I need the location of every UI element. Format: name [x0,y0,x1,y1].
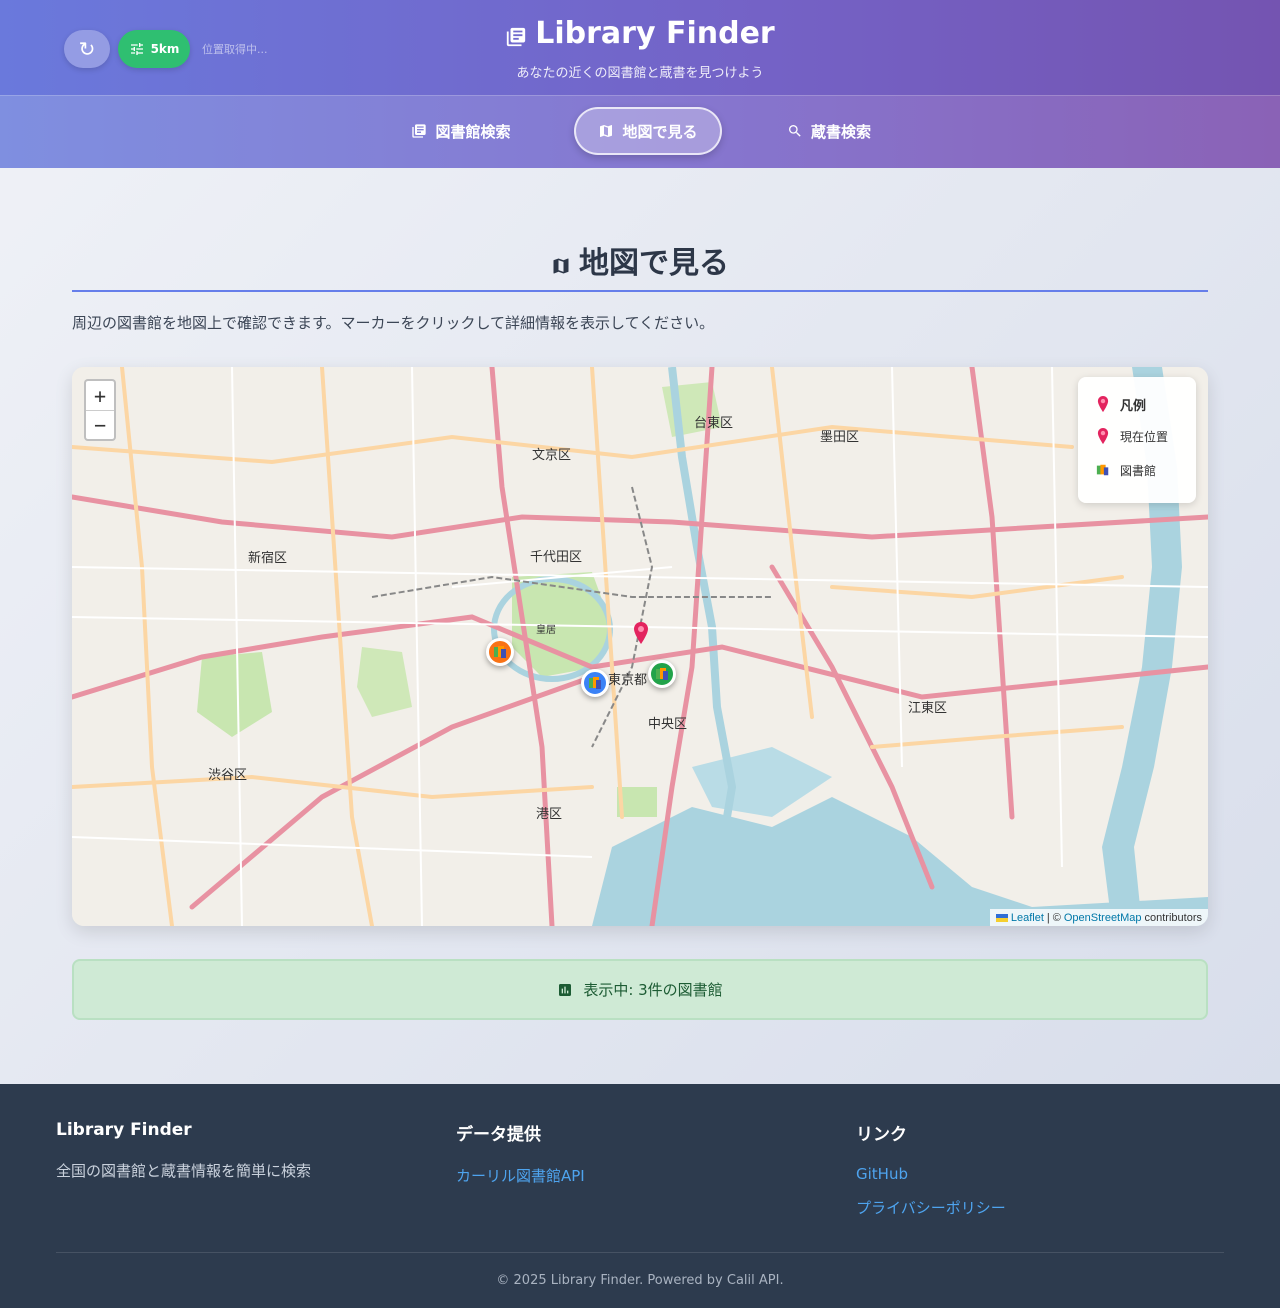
app-title-text: Library Finder [535,16,775,51]
pin-icon [1097,396,1109,412]
pin-icon [1097,428,1109,444]
bar-chart-icon [559,983,572,996]
footer-brand: Library Finder 全国の図書館と蔵書情報を簡単に検索 [56,1120,311,1181]
app-subtitle: あなたの近くの図書館と蔵書を見つけよう [516,66,764,81]
legend-title: 凡例 [1096,393,1196,415]
library-marker-orange[interactable] [486,638,514,666]
map-label-shinjuku: 新宿区 [248,550,287,565]
tab-label: 図書館検索 [435,122,511,141]
map-label-sumida: 墨田区 [820,429,859,444]
map-label-chuo: 中央区 [648,716,687,731]
zoom-control: + − [84,379,116,441]
count-text: 表示中: 3件の図書館 [583,981,723,999]
map-label-shibuya: 渋谷区 [208,767,247,782]
ukraine-flag-icon [995,913,1008,922]
library-count-status: 表示中: 3件の図書館 [72,959,1208,1020]
search-icon [788,125,801,137]
library-icon [656,668,668,680]
library-books-icon [507,27,526,46]
app-title: Library Finder [0,16,1280,51]
library-icon [1096,464,1109,476]
legend-item-current-location: 現在位置 [1096,419,1196,453]
footer-links-title: リンク [856,1125,907,1145]
page-description: 周辺の図書館を地図上で確認できます。マーカーをクリックして詳細情報を表示してくだ… [72,314,715,332]
map-label-taito: 台東区 [694,415,733,430]
map-label-kokyo: 皇居 [536,623,556,636]
calil-api-link[interactable]: カーリル図書館API [456,1165,585,1186]
library-icon [494,646,506,658]
footer-data-title: データ提供 [456,1125,541,1145]
map-icon [600,125,613,137]
library-marker-green[interactable] [648,660,676,688]
map-label-chiyoda: 千代田区 [530,549,582,564]
footer-copyright: © 2025 Library Finder. Powered by Calil … [496,1273,784,1288]
tab-library-search[interactable]: 図書館検索 [396,107,526,155]
app-header: ↻ 5km 位置取得中... Library Finder あなたの近くの図書館… [0,0,1280,95]
map-tiles[interactable]: 文京区 台東区 墨田区 新宿区 千代田区 東京都 中央区 江東区 渋谷区 港区 … [72,367,1208,926]
tab-book-search[interactable]: 蔵書検索 [774,107,884,155]
footer-links-section: リンク GitHub プライバシーポリシー [856,1120,1006,1232]
map-label-koto: 江東区 [908,700,947,715]
current-location-marker[interactable] [634,622,648,644]
legend-label: 図書館 [1120,463,1157,478]
zoom-in-button[interactable]: + [86,381,114,410]
map-icon [553,258,569,274]
legend-item-library: 図書館 [1096,453,1196,487]
map-attribution: Leaflet | © OpenStreetMap contributors [989,909,1208,926]
tab-label: 地図で見る [622,122,698,141]
privacy-policy-link[interactable]: プライバシーポリシー [856,1197,1006,1218]
leaflet-link[interactable]: Leaflet [1011,912,1044,924]
map-label-tokyo: 東京都 [608,672,647,687]
footer-brand-title: Library Finder [56,1120,192,1140]
library-marker-blue[interactable] [581,669,609,697]
map-label-minato: 港区 [536,806,562,821]
library-map[interactable]: 文京区 台東区 墨田区 新宿区 千代田区 東京都 中央区 江東区 渋谷区 港区 … [72,367,1208,926]
site-footer: Library Finder 全国の図書館と蔵書情報を簡単に検索 データ提供 カ… [0,1084,1280,1308]
library-icon [589,677,601,689]
map-label-bunkyo: 文京区 [532,447,571,462]
legend-label: 現在位置 [1120,429,1169,444]
attribution-copyright: © [1052,911,1061,924]
footer-data-section: データ提供 カーリル図書館API [456,1120,585,1200]
osm-link[interactable]: OpenStreetMap [1064,912,1142,924]
footer-divider [56,1252,1224,1253]
attribution-contributors: contributors [1144,911,1202,924]
zoom-out-button[interactable]: − [86,410,114,439]
legend-title-text: 凡例 [1120,398,1147,414]
page-title-text: 地図で見る [579,246,729,281]
github-link[interactable]: GitHub [856,1165,1006,1183]
main-nav: 図書館検索 地図で見る 蔵書検索 [0,95,1280,168]
map-legend: 凡例 現在位置 図書館 [1078,377,1196,503]
tab-map-view[interactable]: 地図で見る [574,107,722,155]
library-books-icon [412,124,427,138]
attribution-separator: | [1046,911,1050,924]
tab-label: 蔵書検索 [810,122,871,141]
footer-brand-text: 全国の図書館と蔵書情報を簡単に検索 [56,1162,312,1180]
page-title: 地図で見る [72,238,1208,292]
